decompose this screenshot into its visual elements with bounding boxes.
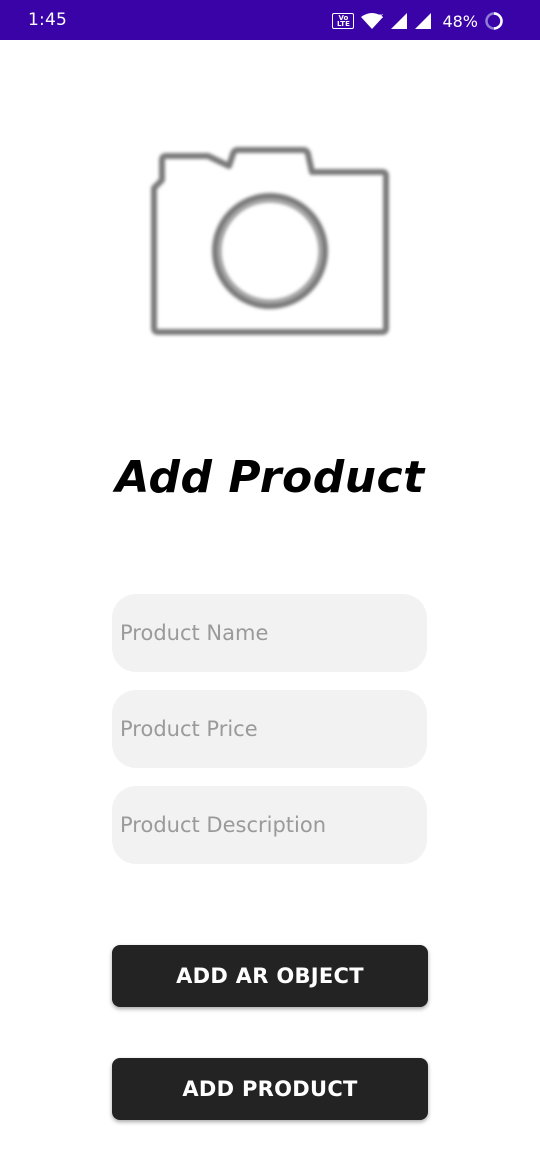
product-description-field[interactable] bbox=[112, 786, 427, 864]
add-product-button[interactable]: ADD PRODUCT bbox=[112, 1058, 428, 1120]
status-time: 1:45 bbox=[28, 10, 67, 30]
battery-percent: 48% bbox=[442, 11, 478, 31]
signal-2-icon bbox=[415, 13, 432, 29]
volte-icon: Vo LTE bbox=[332, 13, 355, 29]
product-description-input[interactable] bbox=[120, 813, 427, 837]
camera-icon bbox=[151, 147, 389, 335]
signal-icon bbox=[391, 13, 408, 29]
status-bar: 1:45 Vo LTE x 48% bbox=[0, 0, 540, 40]
page-title: Add Product bbox=[115, 452, 425, 503]
battery-icon bbox=[485, 12, 503, 30]
product-image-picker[interactable] bbox=[140, 140, 400, 350]
product-price-input[interactable] bbox=[120, 717, 427, 741]
status-icons: Vo LTE x 48% bbox=[332, 8, 504, 34]
wifi-icon: x bbox=[361, 12, 384, 29]
product-name-field[interactable] bbox=[112, 594, 427, 672]
svg-text:x: x bbox=[379, 12, 383, 20]
product-price-field[interactable] bbox=[112, 690, 427, 768]
add-ar-object-button[interactable]: ADD AR OBJECT bbox=[112, 945, 428, 1007]
product-name-input[interactable] bbox=[120, 621, 427, 645]
